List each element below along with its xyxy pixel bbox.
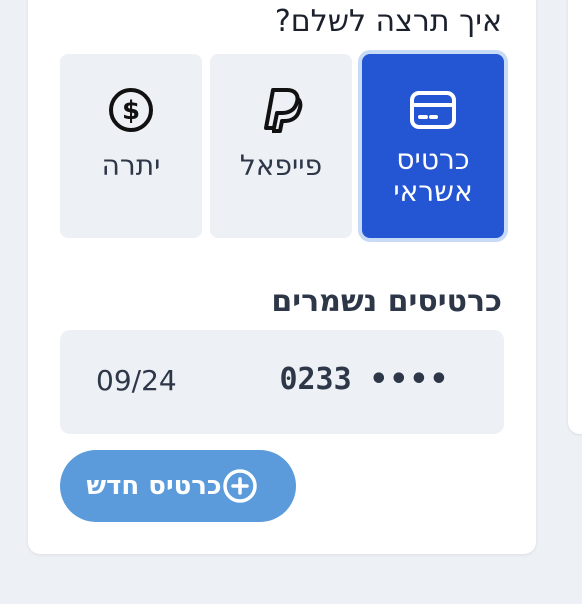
payment-method-label: יתרה: [101, 149, 161, 182]
svg-text:$: $: [122, 96, 140, 126]
payment-method-label: פייפאל: [239, 149, 323, 182]
credit-card-icon: [409, 86, 457, 134]
saved-cards-heading: כרטיסים נשמרים: [271, 284, 502, 319]
payment-method-label: כרטיס אשראי: [393, 143, 473, 208]
card-number: 0233 ••••: [279, 360, 468, 400]
card-expiry: 09/24: [96, 364, 177, 397]
card-masked-digits: ••••: [369, 362, 450, 397]
paypal-icon: [259, 86, 303, 134]
card-last4: 0233: [279, 362, 352, 397]
saved-card-row[interactable]: 0233 •••• 09/24: [60, 330, 504, 434]
payment-method-balance[interactable]: $ יתרה: [60, 54, 202, 238]
dollar-coin-icon: $: [107, 86, 155, 134]
new-card-button-label: כרטיס חדש: [86, 471, 222, 501]
adjacent-panel: [568, 0, 582, 434]
payment-question: איך תרצה לשלם?: [274, 4, 502, 39]
payment-method-paypal[interactable]: פייפאל: [210, 54, 352, 238]
new-card-button[interactable]: כרטיס חדש: [60, 450, 296, 522]
plus-circle-icon: [222, 468, 258, 504]
payment-method-credit-card[interactable]: כרטיס אשראי: [362, 54, 504, 238]
